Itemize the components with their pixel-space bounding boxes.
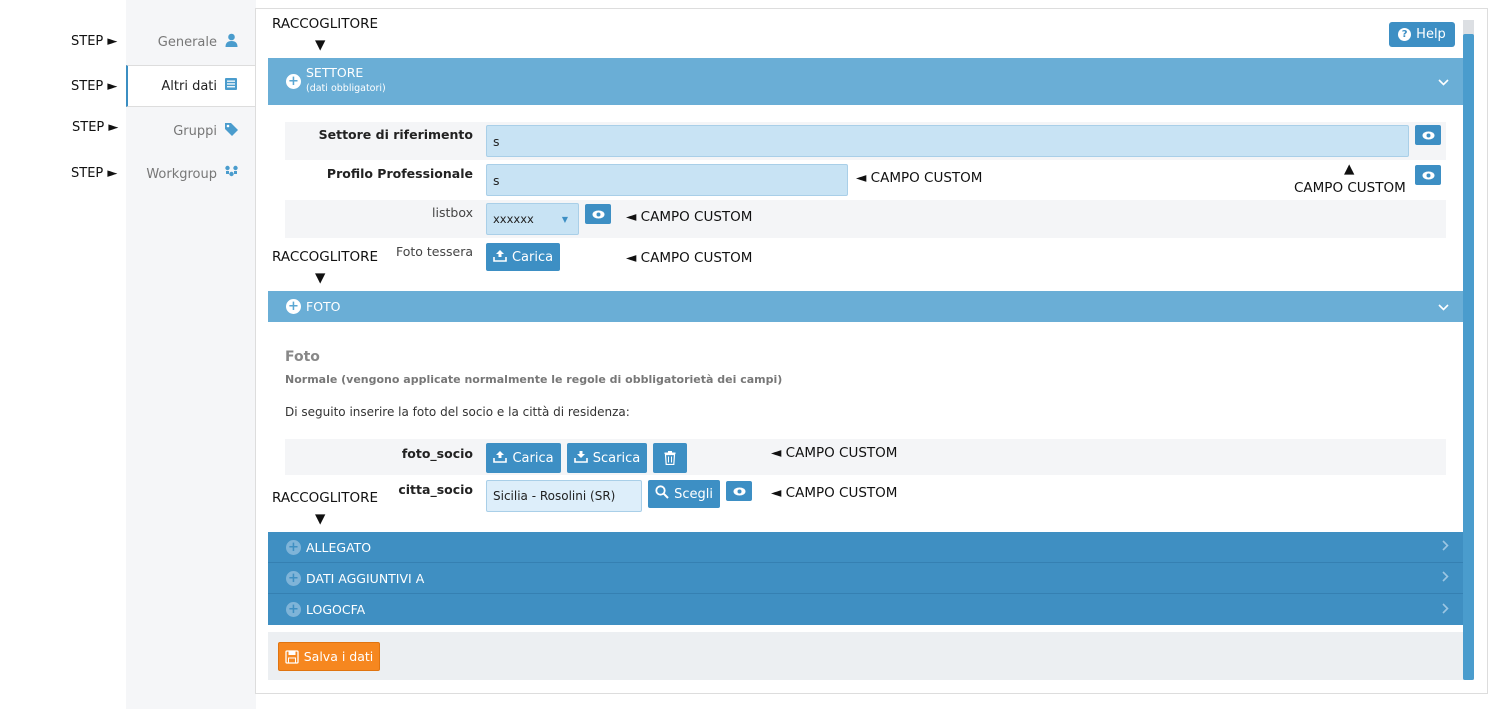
plus-circle-icon: + <box>286 74 301 89</box>
tab-generale[interactable]: Generale <box>126 21 255 63</box>
campo-custom-annotation: ◄ CAMPO CUSTOM <box>626 209 753 225</box>
scrollbar[interactable] <box>1463 20 1474 680</box>
campo-custom-annotation: ◄ CAMPO CUSTOM <box>626 250 753 266</box>
listbox-view-button[interactable] <box>585 204 611 224</box>
tag-icon <box>223 122 239 141</box>
campo-custom-annotation: CAMPO CUSTOM <box>1294 180 1406 196</box>
section-title: DATI AGGIUNTIVI A <box>306 570 425 586</box>
download-icon <box>573 450 588 467</box>
tab-label: Gruppi <box>173 123 217 139</box>
plus-circle-icon: + <box>286 602 301 617</box>
trash-icon <box>664 451 676 465</box>
section-dati-aggiuntivi-header[interactable]: + DATI AGGIUNTIVI A <box>268 563 1463 594</box>
foto-socio-scarica-button[interactable]: Scarica <box>567 443 647 473</box>
citta-socio-label: citta_socio <box>398 482 473 497</box>
section-title: ALLEGATO <box>306 539 372 555</box>
step-annotation: STEP ► <box>71 79 118 94</box>
tab-label: Altri dati <box>161 78 217 94</box>
scegli-label: Scegli <box>674 486 713 502</box>
foto-tessera-label: Foto tessera <box>395 244 473 259</box>
section-title: SETTORE <box>306 65 364 80</box>
eye-icon <box>1422 131 1434 139</box>
save-button[interactable]: Salva i dati <box>278 642 380 671</box>
chevron-right-icon <box>1442 540 1449 554</box>
eye-icon <box>1422 171 1434 179</box>
scegli-button[interactable]: Scegli <box>648 480 720 508</box>
tab-workgroup[interactable]: Workgroup <box>126 153 255 195</box>
campo-custom-annotation: ◄ CAMPO CUSTOM <box>856 170 983 186</box>
foto-socio-carica-button[interactable]: Carica <box>486 443 561 473</box>
section-title: LOGOCFA <box>306 602 366 617</box>
raccoglitore-annotation: RACCOGLITORE <box>272 16 379 32</box>
section-subtitle: (dati obbligatori) <box>306 83 386 94</box>
tab-label: Generale <box>157 34 217 50</box>
profilo-view-button[interactable] <box>1415 165 1441 185</box>
scrollbar-thumb[interactable] <box>1463 34 1474 680</box>
chevron-down-icon <box>1438 300 1449 314</box>
section-allegato-header[interactable]: + ALLEGATO <box>268 532 1463 563</box>
foto-tessera-carica-button[interactable]: Carica <box>486 243 560 271</box>
arrow-down-annotation: ▼ <box>315 37 326 53</box>
listbox-value: xxxxxx <box>493 212 534 226</box>
step-annotation: STEP ► <box>71 34 118 49</box>
settore-view-button[interactable] <box>1415 125 1441 145</box>
profilo-input[interactable]: s <box>486 164 848 196</box>
foto-note: Normale (vengono applicate normalmente l… <box>285 373 783 386</box>
carica-label: Carica <box>512 450 554 466</box>
tab-label: Workgroup <box>146 166 217 182</box>
settore-input[interactable]: s <box>486 125 1409 157</box>
plus-circle-icon: + <box>286 570 301 586</box>
foto-socio-delete-button[interactable] <box>653 443 687 473</box>
plus-circle-icon: + <box>286 539 301 555</box>
foto-socio-label: foto_socio <box>401 446 473 461</box>
listbox-label: listbox <box>432 205 473 220</box>
workgroup-icon <box>223 165 239 183</box>
section-foto-header[interactable]: + FOTO <box>268 291 1463 322</box>
user-icon <box>223 33 239 51</box>
citta-socio-view-button[interactable] <box>726 481 752 501</box>
question-icon: ? <box>1398 28 1412 41</box>
tab-altri-dati[interactable]: Altri dati <box>126 65 255 107</box>
eye-icon <box>733 487 745 495</box>
campo-custom-annotation: ◄ CAMPO CUSTOM <box>771 485 898 501</box>
form-icon <box>223 77 239 95</box>
eye-icon <box>592 210 604 218</box>
settore-label: Settore di riferimento <box>318 127 473 142</box>
step-annotation: STEP ► <box>72 120 119 135</box>
chevron-right-icon <box>1442 571 1449 585</box>
chevron-right-icon <box>1442 602 1449 617</box>
section-title: FOTO <box>306 299 341 314</box>
campo-custom-annotation: ◄ CAMPO CUSTOM <box>771 445 898 461</box>
upload-icon <box>493 450 508 467</box>
tab-gruppi[interactable]: Gruppi <box>126 110 255 152</box>
section-logocfa-header[interactable]: + LOGOCFA <box>268 594 1463 625</box>
citta-socio-input[interactable]: Sicilia - Rosolini (SR) <box>486 480 642 512</box>
form-footer <box>268 632 1463 680</box>
section-settore-header[interactable]: + SETTORE (dati obbligatori) <box>268 58 1463 105</box>
arrow-down-annotation: ▼ <box>315 511 326 527</box>
save-icon <box>285 649 299 664</box>
save-label: Salva i dati <box>303 649 374 664</box>
step-annotation: STEP ► <box>71 166 118 181</box>
arrow-up-annotation: ▲ <box>1344 161 1355 177</box>
carica-label: Carica <box>511 249 554 265</box>
scarica-label: Scarica <box>592 450 641 466</box>
chevron-down-icon <box>1438 75 1449 89</box>
profilo-label: Profilo Professionale <box>326 166 473 181</box>
caret-down-icon: ▼ <box>561 214 568 224</box>
foto-heading: Foto <box>285 349 320 365</box>
help-label: Help <box>1416 27 1446 42</box>
foto-instruction: Di seguito inserire la foto del socio e … <box>285 405 630 419</box>
listbox-select[interactable]: xxxxxx ▼ <box>486 203 579 235</box>
upload-icon <box>493 249 507 266</box>
search-icon <box>655 485 669 503</box>
plus-circle-icon: + <box>286 299 301 314</box>
help-button[interactable]: ? Help <box>1389 22 1455 47</box>
arrow-down-annotation: ▼ <box>315 270 326 286</box>
